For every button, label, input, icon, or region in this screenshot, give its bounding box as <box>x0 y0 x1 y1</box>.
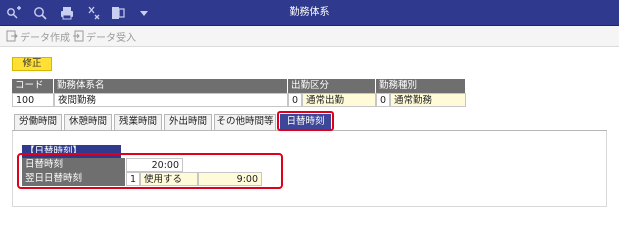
tab-overtime[interactable]: 残業時間 <box>114 114 162 130</box>
active-tab-highlight <box>277 111 334 131</box>
code-value[interactable]: 100 <box>12 93 54 107</box>
data-receive-button[interactable]: データ受入 <box>72 28 136 44</box>
data-create-button[interactable]: データ作成 <box>6 28 70 44</box>
title-bar: 勤務体系 <box>0 0 619 26</box>
window-title: 勤務体系 <box>289 7 330 18</box>
column-header-code: コード <box>12 79 54 93</box>
tab-outing-time[interactable]: 外出時間 <box>164 114 212 130</box>
work-type-value[interactable]: 通常勤務 <box>390 93 466 107</box>
attendance-code-field[interactable]: 0 <box>288 93 302 107</box>
work-system-name-value[interactable]: 夜間勤務 <box>54 93 288 107</box>
import-doc-icon <box>72 30 84 42</box>
column-header-attendance-category: 出勤区分 <box>288 79 376 93</box>
column-header-work-type: 勤務種別 <box>376 79 466 93</box>
tab-other-time[interactable]: その他時間等 <box>214 114 276 130</box>
data-create-label: データ作成 <box>20 32 70 44</box>
export-doc-icon <box>6 30 18 42</box>
data-receive-label: データ受入 <box>86 32 136 44</box>
toolbar: データ作成 データ受入 <box>0 26 619 47</box>
attendance-category-value[interactable]: 通常出勤 <box>302 93 376 107</box>
work-type-code-field[interactable]: 0 <box>376 93 390 107</box>
column-header-name: 勤務体系名 <box>54 79 288 93</box>
tab-working-hours[interactable]: 労働時間 <box>14 114 62 130</box>
mode-badge: 修正 <box>12 57 52 71</box>
tab-break-time[interactable]: 休憩時間 <box>64 114 112 130</box>
day-change-highlight <box>17 153 283 189</box>
